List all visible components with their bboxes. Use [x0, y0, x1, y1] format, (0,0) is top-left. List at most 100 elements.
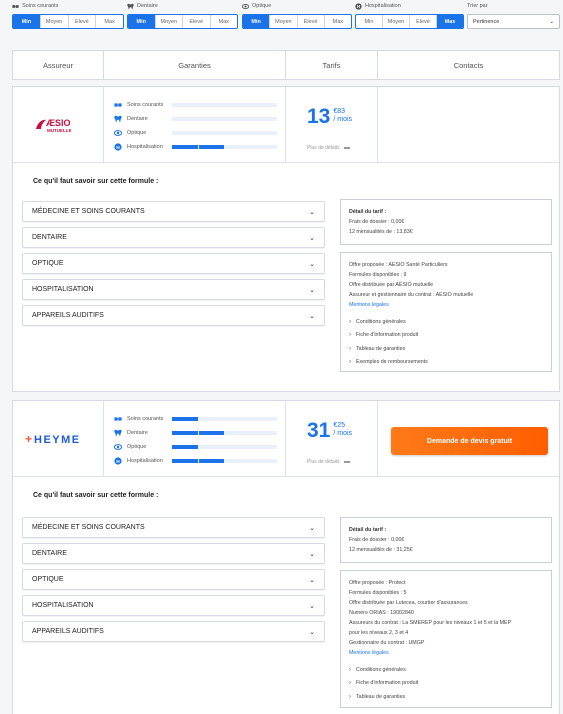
- level-option-moyen[interactable]: Moyen: [41, 15, 69, 28]
- chevron-down-icon: ⌄: [309, 550, 315, 558]
- offer-info-box: Offre proposée : Protect Formules dispon…: [340, 570, 552, 708]
- heyme-logo: + HEYME: [25, 432, 79, 446]
- mentions-legales-link[interactable]: Mentions légales: [349, 300, 543, 310]
- optique-icon: [242, 3, 249, 9]
- svg-text:ÆSIO: ÆSIO: [46, 118, 71, 128]
- contact-cell: Demande de devis gratuit: [378, 401, 559, 476]
- chevron-down-icon: ⌄: [309, 234, 315, 242]
- chevron-right-icon: ›: [349, 318, 351, 325]
- accordion-hospitalisation[interactable]: HOSPITALISATION ⌄: [22, 279, 325, 300]
- price-unit: / mois: [333, 116, 353, 123]
- price-decimals: €83: [333, 108, 346, 115]
- doc-link-fiche[interactable]: › Fiche d'information produit: [349, 329, 543, 343]
- dentaire-icon: [127, 3, 134, 10]
- optique-icon: [114, 130, 122, 136]
- level-selector: Min Moyen Elevé Max: [127, 14, 238, 29]
- devis-gratuit-button[interactable]: Demande de devis gratuit: [391, 427, 548, 455]
- info-line: Gestionnaire du contrat : UMGP: [349, 640, 425, 646]
- level-option-eleve[interactable]: Elevé: [298, 15, 325, 28]
- accordion-medecine[interactable]: MÉDECINE ET SOINS COURANTS ⌄: [22, 201, 325, 222]
- accordion-dentaire[interactable]: DENTAIRE ⌄: [22, 543, 325, 564]
- level-option-moyen[interactable]: Moyen: [270, 15, 298, 28]
- minus-icon: [343, 461, 350, 463]
- garantie-optique: Optique: [114, 440, 285, 454]
- level-option-max[interactable]: Max: [96, 15, 123, 28]
- results-header: Assureur Garanties Tarifs Contacts: [12, 50, 560, 80]
- insurer-logo-cell: + HEYME: [13, 401, 104, 476]
- chevron-right-icon: ›: [349, 345, 351, 352]
- level-option-min[interactable]: Min: [13, 15, 41, 28]
- svg-text:MUTUELLE: MUTUELLE: [47, 128, 72, 133]
- filter-optique: Optique Min Moyen Elevé Max: [242, 2, 352, 29]
- accordion-appareils-auditifs[interactable]: APPAREILS AUDITIFS ⌄: [22, 305, 325, 326]
- svg-text:H: H: [357, 4, 360, 9]
- info-line: pour les niveaux 2, 3 et 4: [349, 630, 409, 636]
- info-line: Assureurs du contrat : La SMEREP pour le…: [349, 620, 512, 626]
- chevron-down-icon: ⌄: [309, 602, 315, 610]
- offer-summary: + HEYME Soins courants Dentaire Optique: [13, 401, 559, 477]
- info-line: Numéro ORIAS : 19002840: [349, 610, 414, 616]
- info-line: Offre distribuée par AÉSIO mutuelle: [349, 282, 434, 288]
- filter-soins-courants: Soins courants Min Moyen Elevé Max: [12, 2, 124, 29]
- info-line: Offre proposée : AESIO Santé Particulier…: [349, 262, 448, 268]
- garantie-dentaire: Dentaire: [114, 112, 285, 126]
- soins-icon: [114, 103, 122, 107]
- price-decimals: €25: [333, 422, 346, 429]
- tarif-line: 12 mensualités de : 13,83€: [349, 229, 413, 235]
- garanties-cell: Soins courants Dentaire Optique H Hospit…: [104, 401, 286, 476]
- doc-link-conditions[interactable]: › Conditions générales: [349, 315, 543, 329]
- doc-link-exemples[interactable]: › Exemples de remboursements: [349, 356, 543, 370]
- sort-value: Pertinence: [473, 18, 500, 25]
- hospitalisation-icon: H: [114, 457, 122, 465]
- sort-select[interactable]: Pertinence ⌄: [467, 14, 560, 29]
- doc-link-conditions[interactable]: › Conditions générales: [349, 663, 543, 677]
- level-option-max[interactable]: Max: [325, 15, 351, 28]
- level-bar: [172, 417, 277, 421]
- aesio-logo: ÆSIO MUTUELLE: [36, 118, 72, 133]
- level-option-min[interactable]: Min: [356, 15, 383, 28]
- svg-text:+: +: [25, 432, 33, 446]
- accordion-optique[interactable]: OPTIQUE ⌄: [22, 569, 325, 590]
- tarif-title: Détail du tarif :: [349, 527, 387, 533]
- level-option-moyen[interactable]: Moyen: [156, 15, 183, 28]
- doc-link-tableau[interactable]: › Tableau de garanties: [349, 690, 543, 704]
- hospitalisation-icon: H: [355, 2, 362, 10]
- price-cell: 31 €25 / mois Plus de détails: [286, 401, 378, 476]
- accordion-appareils-auditifs[interactable]: APPAREILS AUDITIFS ⌄: [22, 621, 325, 642]
- chevron-right-icon: ›: [349, 693, 351, 700]
- offer-info-box: Offre proposée : AESIO Santé Particulier…: [340, 252, 552, 372]
- sort-label: Trier par: [467, 3, 488, 9]
- filter-dentaire: Dentaire Min Moyen Elevé Max: [127, 2, 238, 29]
- chevron-right-icon: ›: [349, 680, 351, 687]
- level-option-eleve[interactable]: Elevé: [410, 15, 437, 28]
- level-bar: [172, 459, 277, 463]
- doc-link-tableau[interactable]: › Tableau de garanties: [349, 342, 543, 356]
- soins-icon: [114, 417, 122, 421]
- header-garanties: Garanties: [104, 51, 286, 79]
- doc-link-fiche[interactable]: › Fiche d'information produit: [349, 677, 543, 691]
- level-option-eleve[interactable]: Elevé: [183, 15, 211, 28]
- accordion-medecine[interactable]: MÉDECINE ET SOINS COURANTS ⌄: [22, 517, 325, 538]
- chevron-right-icon: ›: [349, 359, 351, 366]
- level-selector: Min Moyen Elevé Max: [12, 14, 124, 29]
- mentions-legales-link[interactable]: Mentions légales: [349, 648, 543, 658]
- accordion-optique[interactable]: OPTIQUE ⌄: [22, 253, 325, 274]
- insurer-logo-cell: ÆSIO MUTUELLE: [13, 87, 104, 162]
- level-option-min[interactable]: Min: [128, 15, 156, 28]
- level-bar: [172, 131, 277, 135]
- level-option-moyen[interactable]: Moyen: [383, 15, 410, 28]
- hospitalisation-icon: H: [114, 143, 122, 151]
- details-link[interactable]: Plus de détails: [307, 459, 350, 465]
- filter-label: Dentaire: [137, 3, 158, 9]
- level-bar: [172, 145, 277, 149]
- accordion-hospitalisation[interactable]: HOSPITALISATION ⌄: [22, 595, 325, 616]
- level-option-eleve[interactable]: Elevé: [69, 15, 97, 28]
- accordion-dentaire[interactable]: DENTAIRE ⌄: [22, 227, 325, 248]
- level-option-max[interactable]: Max: [211, 15, 238, 28]
- level-option-max[interactable]: Max: [437, 15, 463, 28]
- chevron-down-icon: ⌄: [309, 524, 315, 532]
- level-option-min[interactable]: Min: [243, 15, 271, 28]
- details-link[interactable]: Plus de détails: [307, 145, 350, 151]
- sort-control: Trier par Pertinence ⌄: [467, 2, 560, 29]
- minus-icon: [343, 147, 350, 149]
